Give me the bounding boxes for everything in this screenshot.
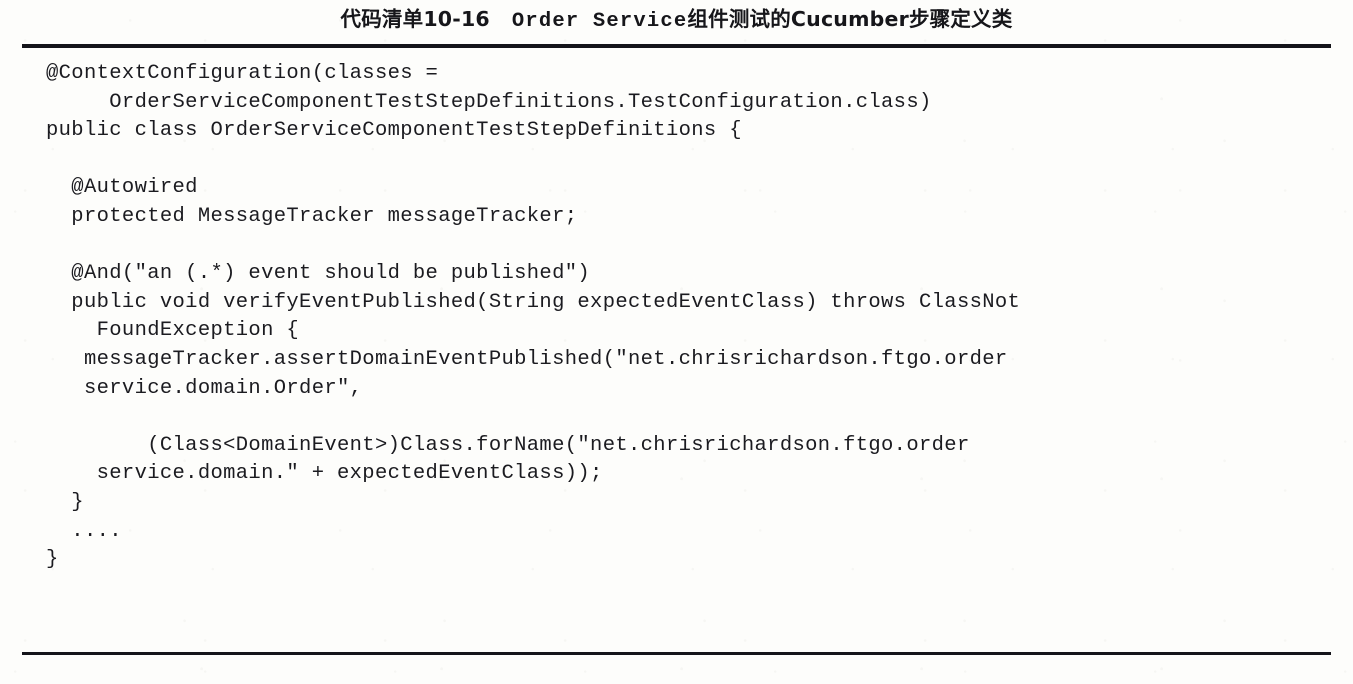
code-line: service.domain." + expectedEventClass)); (46, 462, 603, 486)
caption-tail: 组件测试的Cucumber步骤定义类 (687, 7, 1013, 31)
code-line: OrderServiceComponentTestStepDefinitions… (46, 90, 932, 114)
code-line: service.domain.Order", (46, 376, 363, 400)
code-block: @ContextConfiguration(classes = OrderSer… (46, 60, 1326, 575)
code-line: } (46, 548, 59, 572)
code-line: (Class<DomainEvent>)Class.forName("net.c… (46, 433, 970, 457)
rule-top (22, 44, 1331, 48)
code-line: @ContextConfiguration(classes = (46, 62, 439, 85)
caption-text: 代码清单10-16 Order Service组件测试的Cucumber步骤定义类 (341, 4, 1013, 37)
code-line: .... (46, 519, 122, 543)
rule-bottom (22, 652, 1331, 655)
code-listing-page: 代码清单10-16 Order Service组件测试的Cucumber步骤定义类… (0, 0, 1353, 684)
code-line: @And("an (.*) event should be published"… (46, 262, 591, 286)
code-line: @Autowired (46, 176, 198, 200)
code-line: protected MessageTracker messageTracker; (46, 204, 578, 228)
code-line: messageTracker.assertDomainEventPublishe… (46, 347, 1008, 371)
code-line: public class OrderServiceComponentTestSt… (46, 119, 742, 143)
code-line: FoundException { (46, 319, 300, 343)
code-line: public void verifyEventPublished(String … (46, 290, 1021, 314)
listing-caption: 代码清单10-16 Order Service组件测试的Cucumber步骤定义类 (0, 4, 1353, 37)
listing-number: 代码清单10-16 (340, 7, 490, 31)
code-line: } (46, 490, 84, 514)
caption-code-term: Order Service (511, 10, 688, 33)
